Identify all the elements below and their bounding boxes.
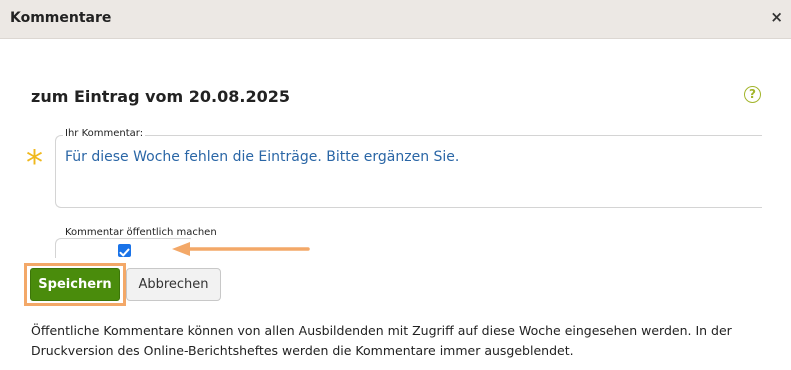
dialog-titlebar: Kommentare × — [0, 0, 791, 39]
arrow-left-icon — [172, 242, 310, 256]
save-button[interactable]: Speichern — [30, 268, 120, 301]
public-checkbox-label: Kommentar öffentlich machen — [63, 227, 219, 238]
cancel-button[interactable]: Abbrechen — [126, 268, 221, 301]
comment-textarea[interactable] — [55, 135, 762, 208]
info-text: Öffentliche Kommentare können von allen … — [31, 323, 732, 358]
comment-label: Ihr Kommentar: — [63, 128, 146, 139]
check-icon — [119, 248, 130, 257]
comment-text[interactable]: Für diese Woche fehlen die Einträge. Bit… — [65, 149, 459, 165]
entry-heading: zum Eintrag vom 20.08.2025 — [31, 87, 290, 106]
required-marker-icon: * — [26, 143, 43, 183]
help-icon[interactable]: ? — [744, 86, 761, 103]
public-checkbox[interactable] — [118, 244, 131, 257]
dialog-title: Kommentare — [10, 10, 112, 26]
close-icon[interactable]: × — [770, 8, 783, 26]
